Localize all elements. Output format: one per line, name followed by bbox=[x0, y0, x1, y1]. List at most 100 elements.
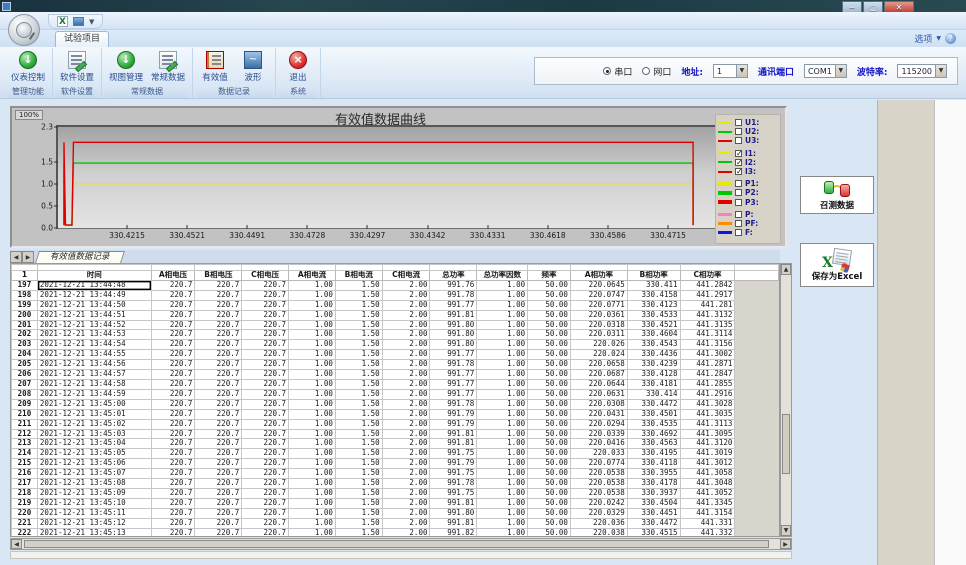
ribbon-button-仪表控制[interactable]: ↓仪表控制 bbox=[9, 50, 47, 84]
value-cell[interactable]: 441.2917 bbox=[680, 290, 735, 300]
value-cell[interactable]: 1.00 bbox=[289, 459, 336, 469]
scroll-right-icon[interactable]: ▶ bbox=[780, 539, 791, 549]
value-cell[interactable]: 220.7 bbox=[195, 290, 242, 300]
value-cell[interactable]: 1.00 bbox=[289, 449, 336, 459]
time-cell[interactable]: 2021-12-21 13:44:56 bbox=[37, 360, 151, 370]
value-cell[interactable]: 220.7 bbox=[242, 360, 289, 370]
time-cell[interactable]: 2021-12-21 13:44:54 bbox=[37, 340, 151, 350]
legend-checkbox[interactable] bbox=[735, 189, 742, 196]
value-cell[interactable]: 991.76 bbox=[430, 280, 477, 290]
value-cell[interactable]: 220.7 bbox=[151, 310, 195, 320]
value-cell[interactable]: 220.0329 bbox=[570, 508, 627, 518]
value-cell[interactable]: 220.0339 bbox=[570, 429, 627, 439]
value-cell[interactable]: 330.4451 bbox=[627, 508, 680, 518]
value-cell[interactable]: 50.00 bbox=[528, 479, 571, 489]
value-cell[interactable]: 220.7 bbox=[242, 419, 289, 429]
tab-rms-data-record[interactable]: 有效值数据记录 bbox=[35, 251, 124, 263]
value-cell[interactable]: 1.00 bbox=[289, 439, 336, 449]
value-cell[interactable]: 1.00 bbox=[477, 350, 528, 360]
value-cell[interactable]: 2.00 bbox=[382, 399, 430, 409]
value-cell[interactable]: 1.50 bbox=[335, 320, 382, 330]
table-row[interactable]: 2102021-12-21 13:45:01220.7220.7220.71.0… bbox=[12, 409, 779, 419]
ribbon-button-常规数据[interactable]: 常规数据 bbox=[149, 50, 187, 84]
value-cell[interactable]: 220.7 bbox=[151, 449, 195, 459]
table-row[interactable]: 2142021-12-21 13:45:05220.7220.7220.71.0… bbox=[12, 449, 779, 459]
value-cell[interactable]: 1.00 bbox=[477, 469, 528, 479]
value-cell[interactable]: 1.00 bbox=[289, 409, 336, 419]
time-cell[interactable]: 2021-12-21 13:44:50 bbox=[37, 300, 151, 310]
value-cell[interactable]: 220.7 bbox=[195, 459, 242, 469]
table-row[interactable]: 2072021-12-21 13:44:58220.7220.7220.71.0… bbox=[12, 379, 779, 389]
value-cell[interactable]: 330.4563 bbox=[627, 439, 680, 449]
value-cell[interactable]: 220.7 bbox=[242, 518, 289, 528]
value-cell[interactable]: 220.7 bbox=[151, 439, 195, 449]
ribbon-button-波形[interactable]: ~波形 bbox=[236, 50, 270, 84]
column-header-频率[interactable]: 频率 bbox=[528, 271, 571, 281]
value-cell[interactable]: 220.0308 bbox=[570, 399, 627, 409]
value-cell[interactable]: 220.7 bbox=[195, 399, 242, 409]
time-cell[interactable]: 2021-12-21 13:45:08 bbox=[37, 479, 151, 489]
value-cell[interactable]: 1.50 bbox=[335, 419, 382, 429]
value-cell[interactable]: 991.78 bbox=[430, 290, 477, 300]
value-cell[interactable]: 441.3120 bbox=[680, 439, 735, 449]
value-cell[interactable]: 220.7 bbox=[195, 488, 242, 498]
value-cell[interactable]: 1.00 bbox=[289, 469, 336, 479]
value-cell[interactable]: 220.7 bbox=[242, 389, 289, 399]
value-cell[interactable]: 1.50 bbox=[335, 518, 382, 528]
legend-checkbox[interactable] bbox=[735, 128, 742, 135]
value-cell[interactable]: 220.0294 bbox=[570, 419, 627, 429]
value-cell[interactable]: 220.7 bbox=[195, 280, 242, 290]
value-cell[interactable]: 441.3154 bbox=[680, 508, 735, 518]
value-cell[interactable]: 1.50 bbox=[335, 389, 382, 399]
column-header-A相电流[interactable]: A相电流 bbox=[289, 271, 336, 281]
value-cell[interactable]: 991.78 bbox=[430, 360, 477, 370]
value-cell[interactable]: 991.80 bbox=[430, 320, 477, 330]
value-cell[interactable]: 2.00 bbox=[382, 360, 430, 370]
value-cell[interactable]: 220.026 bbox=[570, 340, 627, 350]
value-cell[interactable]: 220.7 bbox=[242, 370, 289, 380]
ribbon-button-软件设置[interactable]: 软件设置 bbox=[58, 50, 96, 84]
value-cell[interactable]: 220.7 bbox=[195, 379, 242, 389]
value-cell[interactable]: 220.0361 bbox=[570, 310, 627, 320]
time-cell[interactable]: 2021-12-21 13:45:01 bbox=[37, 409, 151, 419]
value-cell[interactable]: 441.331 bbox=[680, 518, 735, 528]
value-cell[interactable]: 991.77 bbox=[430, 370, 477, 380]
value-cell[interactable]: 991.80 bbox=[430, 508, 477, 518]
value-cell[interactable]: 50.00 bbox=[528, 459, 571, 469]
value-cell[interactable]: 330.3937 bbox=[627, 488, 680, 498]
value-cell[interactable]: 220.7 bbox=[242, 439, 289, 449]
value-cell[interactable]: 441.3058 bbox=[680, 469, 735, 479]
table-row[interactable]: 2162021-12-21 13:45:07220.7220.7220.71.0… bbox=[12, 469, 779, 479]
value-cell[interactable]: 220.7 bbox=[242, 449, 289, 459]
value-cell[interactable]: 1.00 bbox=[477, 389, 528, 399]
value-cell[interactable]: 330.4604 bbox=[627, 330, 680, 340]
table-row[interactable]: 2222021-12-21 13:45:13220.7220.7220.71.0… bbox=[12, 528, 779, 537]
value-cell[interactable]: 50.00 bbox=[528, 498, 571, 508]
value-cell[interactable]: 220.7 bbox=[242, 320, 289, 330]
view-quick-icon[interactable] bbox=[73, 17, 84, 26]
value-cell[interactable]: 220.0416 bbox=[570, 439, 627, 449]
value-cell[interactable]: 220.0538 bbox=[570, 479, 627, 489]
value-cell[interactable]: 50.00 bbox=[528, 429, 571, 439]
value-cell[interactable]: 991.78 bbox=[430, 399, 477, 409]
value-cell[interactable]: 220.7 bbox=[151, 429, 195, 439]
value-cell[interactable]: 220.0774 bbox=[570, 459, 627, 469]
value-cell[interactable]: 2.00 bbox=[382, 310, 430, 320]
value-cell[interactable]: 991.78 bbox=[430, 479, 477, 489]
value-cell[interactable]: 220.7 bbox=[195, 518, 242, 528]
value-cell[interactable]: 1.00 bbox=[477, 379, 528, 389]
value-cell[interactable]: 330.4533 bbox=[627, 310, 680, 320]
value-cell[interactable]: 1.50 bbox=[335, 528, 382, 537]
value-cell[interactable]: 1.50 bbox=[335, 429, 382, 439]
value-cell[interactable]: 1.50 bbox=[335, 399, 382, 409]
value-cell[interactable]: 1.50 bbox=[335, 508, 382, 518]
value-cell[interactable]: 991.81 bbox=[430, 310, 477, 320]
value-cell[interactable]: 441.2855 bbox=[680, 379, 735, 389]
value-cell[interactable]: 220.7 bbox=[242, 459, 289, 469]
value-cell[interactable]: 1.00 bbox=[289, 290, 336, 300]
value-cell[interactable]: 220.7 bbox=[195, 310, 242, 320]
value-cell[interactable]: 220.7 bbox=[195, 350, 242, 360]
value-cell[interactable]: 1.00 bbox=[477, 290, 528, 300]
column-header-A相电压[interactable]: A相电压 bbox=[151, 271, 195, 281]
table-row[interactable]: 1992021-12-21 13:44:50220.7220.7220.71.0… bbox=[12, 300, 779, 310]
